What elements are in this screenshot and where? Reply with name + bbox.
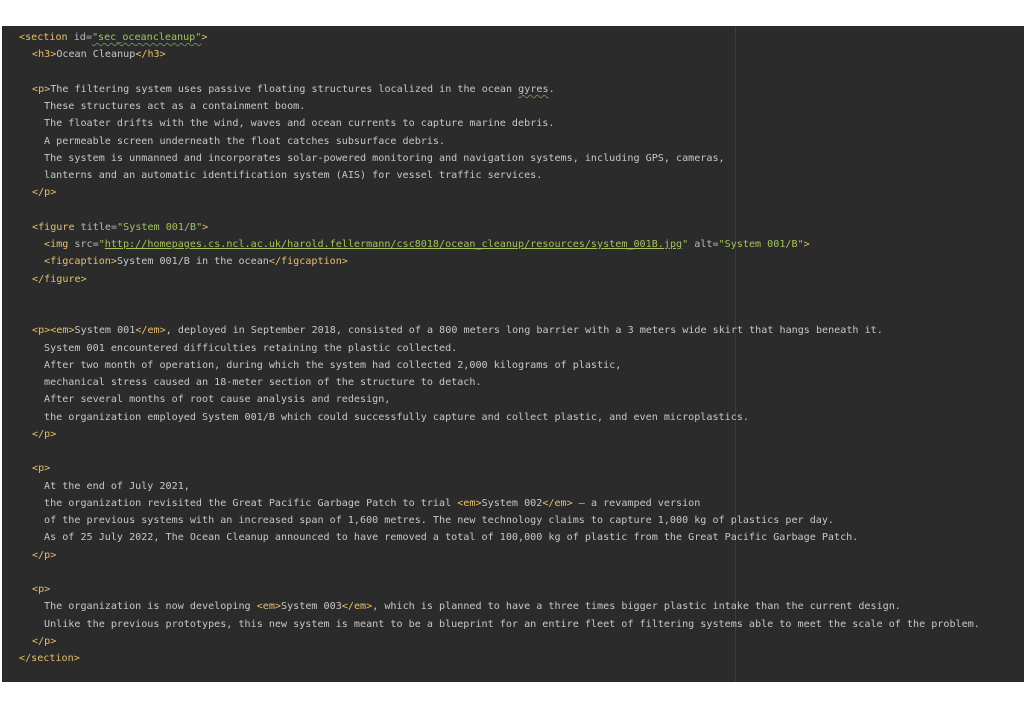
code-token: <em> bbox=[256, 601, 282, 613]
code-token: , deployed in September 2018, consisted … bbox=[165, 325, 883, 337]
code-line[interactable]: <section id="sec_oceancleanup"> bbox=[2, 29, 1024, 46]
code-line[interactable]: <p> bbox=[2, 581, 1024, 598]
code-line[interactable]: System 001 encountered difficulties reta… bbox=[2, 340, 1024, 357]
code-line[interactable]: <p> bbox=[2, 460, 1024, 477]
code-line[interactable]: The system is unmanned and incorporates … bbox=[2, 150, 1024, 167]
code-token: <p> bbox=[32, 584, 51, 595]
code-token: lanterns and an automatic identification… bbox=[44, 170, 543, 181]
code-token: gyres bbox=[518, 83, 549, 95]
code-line[interactable]: <figure title="System 001/B"> bbox=[2, 219, 1024, 236]
code-lines[interactable]: <section id="sec_oceancleanup"> <h3>Ocean… bbox=[2, 29, 1024, 667]
code-token: System 003 bbox=[281, 601, 342, 613]
code-token: The floater drifts with the wind, waves … bbox=[44, 118, 555, 130]
code-line[interactable] bbox=[2, 443, 1024, 460]
code-token: alt= bbox=[688, 239, 719, 250]
code-line[interactable]: the organization employed System 001/B w… bbox=[2, 409, 1024, 426]
code-line[interactable]: <p><em>System 001</em>, deployed in Sept… bbox=[2, 322, 1024, 339]
code-token: <figure bbox=[32, 221, 75, 233]
code-line[interactable]: After two month of operation, during whi… bbox=[2, 357, 1024, 374]
code-token: System 001 bbox=[74, 325, 136, 337]
code-line[interactable]: <h3>Ocean Cleanup</h3> bbox=[2, 46, 1024, 63]
code-token: </em> bbox=[542, 497, 573, 509]
code-token: <em> bbox=[457, 497, 482, 509]
code-line[interactable]: At the end of July 2021, bbox=[2, 478, 1024, 495]
code-token: > bbox=[201, 32, 208, 43]
code-line[interactable]: A permeable screen underneath the float … bbox=[2, 133, 1024, 150]
code-token: > bbox=[202, 221, 209, 233]
code-token: > bbox=[803, 239, 810, 250]
code-token: After two month of operation, during whi… bbox=[44, 359, 622, 371]
code-line[interactable]: Unlike the previous prototypes, this new… bbox=[2, 616, 1024, 633]
code-token: Unlike the previous prototypes, this new… bbox=[44, 618, 980, 630]
code-token: </figcaption> bbox=[268, 256, 348, 268]
code-token: mechanical stress caused an 18-meter sec… bbox=[44, 377, 482, 388]
code-token: <h3> bbox=[32, 49, 57, 61]
code-token: "sec_oceancleanup" bbox=[91, 32, 202, 43]
code-token: id= bbox=[67, 32, 92, 43]
code-line[interactable] bbox=[2, 564, 1024, 581]
code-token: Ocean Cleanup bbox=[56, 49, 136, 61]
code-line[interactable]: <p>The filtering system uses passive flo… bbox=[2, 81, 1024, 98]
code-token: System 002 bbox=[481, 497, 543, 509]
code-token: src= bbox=[68, 239, 99, 250]
code-line[interactable]: </p> bbox=[2, 184, 1024, 201]
code-line[interactable]: </p> bbox=[2, 426, 1024, 443]
code-token: "System 001/B" bbox=[718, 239, 804, 250]
code-token: </em> bbox=[135, 325, 166, 337]
code-line[interactable]: The organization is now developing <em>S… bbox=[2, 598, 1024, 615]
code-token: <section bbox=[19, 32, 68, 43]
code-line[interactable] bbox=[2, 288, 1024, 305]
code-editor[interactable]: <section id="sec_oceancleanup"> <h3>Ocean… bbox=[2, 26, 1024, 682]
code-line[interactable] bbox=[2, 305, 1024, 322]
code-token: </section> bbox=[19, 653, 80, 664]
code-token: </p> bbox=[32, 635, 57, 647]
code-token: . bbox=[548, 83, 555, 95]
code-token: A permeable screen underneath the float … bbox=[44, 135, 446, 147]
code-line[interactable]: <img src="http://homepages.cs.ncl.ac.uk/… bbox=[2, 236, 1024, 253]
code-token: These structures act as a containment bo… bbox=[44, 101, 306, 112]
code-token: <p> bbox=[32, 83, 51, 95]
code-line[interactable]: </section> bbox=[2, 650, 1024, 667]
code-line[interactable]: </p> bbox=[2, 547, 1024, 564]
code-line[interactable]: These structures act as a containment bo… bbox=[2, 98, 1024, 115]
code-token: </em> bbox=[341, 601, 373, 613]
code-token: </p> bbox=[32, 428, 57, 440]
code-line[interactable]: the organization revisited the Great Pac… bbox=[2, 495, 1024, 512]
code-token: <figcaption> bbox=[44, 256, 117, 268]
code-token: </h3> bbox=[135, 49, 166, 61]
code-token: <p><em> bbox=[32, 325, 75, 337]
code-line[interactable]: The floater drifts with the wind, waves … bbox=[2, 115, 1024, 132]
code-line[interactable] bbox=[2, 202, 1024, 219]
code-token: the organization employed System 001/B w… bbox=[44, 411, 749, 423]
code-token: The system is unmanned and incorporates … bbox=[44, 152, 725, 164]
code-token: http://homepages.cs.ncl.ac.uk/harold.fel… bbox=[104, 239, 683, 250]
code-token: – a revamped version bbox=[572, 497, 701, 509]
code-token: System 001 encountered difficulties reta… bbox=[44, 342, 458, 354]
code-line[interactable]: of the previous systems with an increase… bbox=[2, 512, 1024, 529]
code-line[interactable]: <figcaption>System 001/B in the ocean</f… bbox=[2, 253, 1024, 270]
code-line[interactable] bbox=[2, 64, 1024, 81]
code-token: </p> bbox=[32, 549, 57, 561]
code-line[interactable]: </figure> bbox=[2, 271, 1024, 288]
code-token: </p> bbox=[32, 187, 57, 199]
code-token: "System 001/B" bbox=[117, 221, 203, 233]
code-token: </figure> bbox=[32, 273, 87, 285]
code-token: the organization revisited the Great Pac… bbox=[44, 497, 458, 509]
code-token: <img bbox=[44, 239, 69, 250]
code-token: title= bbox=[74, 221, 118, 233]
code-line[interactable]: lanterns and an automatic identification… bbox=[2, 167, 1024, 184]
code-token: System 001/B in the ocean bbox=[116, 256, 269, 268]
code-token: After several months of root cause analy… bbox=[44, 394, 391, 406]
code-token: At the end of July 2021, bbox=[44, 480, 190, 492]
code-token: The filtering system uses passive floati… bbox=[50, 83, 519, 95]
code-line[interactable]: mechanical stress caused an 18-meter sec… bbox=[2, 374, 1024, 391]
code-line[interactable]: </p> bbox=[2, 633, 1024, 650]
code-token: As of 25 July 2022, The Ocean Cleanup an… bbox=[44, 532, 859, 544]
code-line[interactable]: After several months of root cause analy… bbox=[2, 391, 1024, 408]
code-token: of the previous systems with an increase… bbox=[44, 515, 835, 526]
code-token: The organization is now developing bbox=[44, 601, 257, 613]
code-token: <p> bbox=[32, 463, 51, 475]
code-line[interactable]: As of 25 July 2022, The Ocean Cleanup an… bbox=[2, 529, 1024, 546]
code-token: , which is planned to have a three times… bbox=[372, 601, 901, 613]
